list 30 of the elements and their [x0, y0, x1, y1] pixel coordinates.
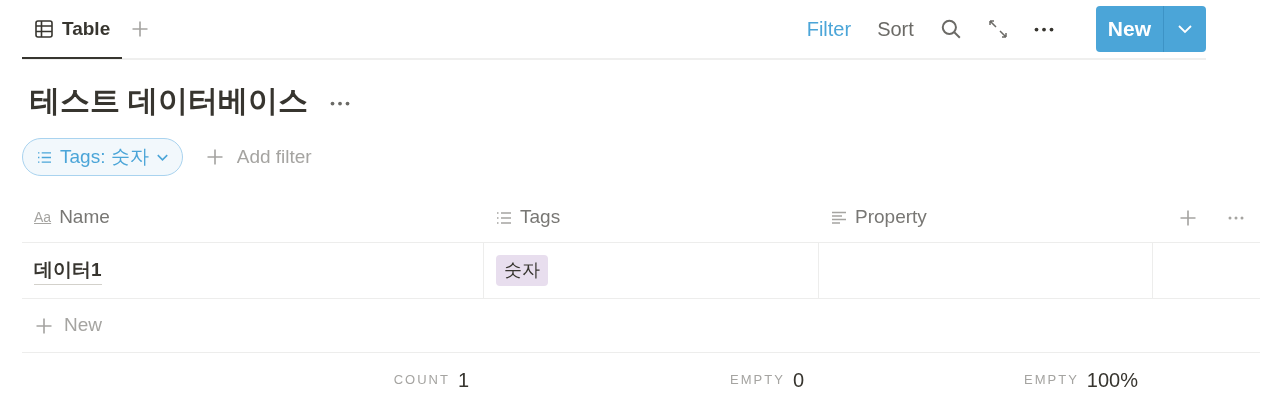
- chevron-down-icon[interactable]: [1178, 24, 1192, 34]
- calculation-label: EMPTY: [730, 371, 785, 390]
- filter-chip[interactable]: Tags: 숫자: [22, 138, 183, 176]
- list-icon: [496, 210, 512, 225]
- new-label[interactable]: New: [1095, 13, 1163, 45]
- calculation-value: 100%: [1086, 368, 1138, 393]
- column-header[interactable]: Tags: [520, 203, 561, 232]
- text-lines-icon: [831, 210, 847, 225]
- row-title[interactable]: 데이터1: [34, 255, 102, 286]
- calculation-value: 1: [457, 368, 469, 393]
- column-header[interactable]: Property: [855, 203, 927, 232]
- search-icon[interactable]: [939, 18, 962, 40]
- text-type-icon: Aa: [34, 207, 52, 228]
- chevron-down-icon: [156, 153, 168, 161]
- add-filter-button[interactable]: Add filter: [204, 142, 312, 172]
- toolbar-button[interactable]: Filter: [806, 14, 852, 44]
- new-button[interactable]: New: [1095, 6, 1206, 52]
- table-icon: [34, 19, 54, 39]
- calculation-label: EMPTY: [1024, 371, 1079, 390]
- more-icon[interactable]: [1033, 26, 1054, 32]
- list-icon: [37, 150, 52, 164]
- tag: 숫자: [496, 255, 548, 286]
- new-row-button[interactable]: New: [34, 311, 102, 340]
- view-tab[interactable]: Table: [22, 1, 123, 59]
- expand-icon[interactable]: [987, 19, 1008, 39]
- database-title: 테스트 데이터베이스: [30, 83, 309, 119]
- calculation-label: COUNT: [393, 371, 450, 390]
- calculation-value: 0: [792, 368, 804, 393]
- toolbar-button[interactable]: Sort: [877, 14, 914, 44]
- column-header[interactable]: Name: [59, 203, 110, 232]
